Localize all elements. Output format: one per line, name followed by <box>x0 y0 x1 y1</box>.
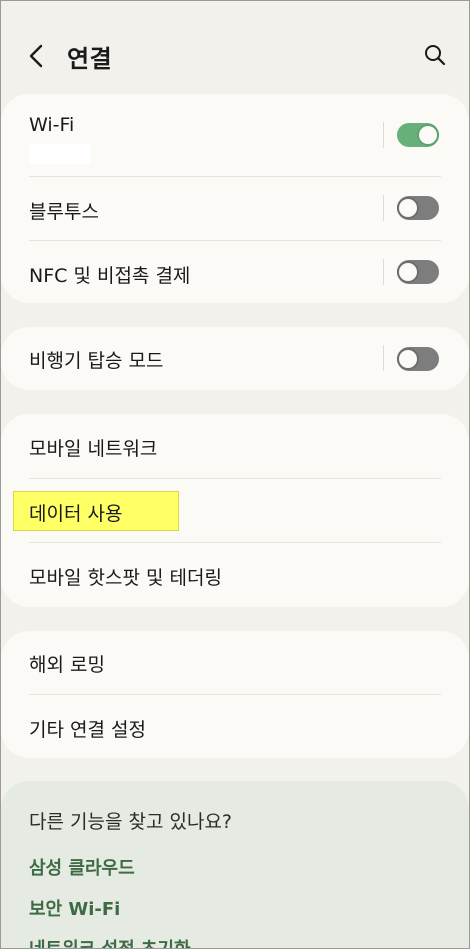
more-settings-label: 기타 연결 설정 <box>29 719 146 741</box>
row-separator <box>383 122 384 148</box>
data-usage-label: 데이터 사용 <box>29 503 123 525</box>
wifi-network-name-redacted <box>29 144 91 164</box>
page-title: 연결 <box>67 45 113 73</box>
screen: 연결 Wi-Fi 블루투스 NFC 및 비접촉 결제 비행기 탑승 모드 모바일… <box>0 0 470 949</box>
mobile-network-row[interactable]: 모바일 네트워크 <box>1 414 469 478</box>
roaming-label: 해외 로밍 <box>29 654 105 676</box>
bluetooth-row[interactable]: 블루투스 <box>1 177 469 240</box>
other-card: 해외 로밍 기타 연결 설정 <box>1 631 469 758</box>
bluetooth-toggle[interactable] <box>397 196 439 220</box>
nfc-toggle[interactable] <box>397 260 439 284</box>
row-separator <box>383 345 384 371</box>
airplane-mode-label: 비행기 탑승 모드 <box>29 350 164 372</box>
chevron-left-icon <box>29 44 43 68</box>
hotspot-row[interactable]: 모바일 핫스팟 및 테더링 <box>1 543 469 607</box>
data-usage-row[interactable]: 데이터 사용 <box>1 479 469 542</box>
nfc-row[interactable]: NFC 및 비접촉 결제 <box>1 241 469 303</box>
nfc-label: NFC 및 비접촉 결제 <box>29 265 191 287</box>
bluetooth-label: 블루투스 <box>29 201 99 223</box>
row-separator <box>383 195 384 221</box>
app-header: 연결 <box>1 1 469 93</box>
mobile-network-label: 모바일 네트워크 <box>29 438 158 460</box>
wifi-row[interactable]: Wi-Fi <box>1 94 469 176</box>
roaming-row[interactable]: 해외 로밍 <box>1 631 469 694</box>
search-button[interactable] <box>423 43 447 67</box>
connections-card-primary: Wi-Fi 블루투스 NFC 및 비접촉 결제 <box>1 94 469 303</box>
airplane-card: 비행기 탑승 모드 <box>1 327 469 390</box>
airplane-mode-toggle[interactable] <box>397 347 439 371</box>
samsung-cloud-link[interactable]: 삼성 클라우드 <box>29 854 135 880</box>
toggle-knob <box>397 348 419 370</box>
suggestions-card: 다른 기능을 찾고 있나요? 삼성 클라우드 보안 Wi-Fi 네트워크 설정 … <box>1 781 469 948</box>
more-settings-row[interactable]: 기타 연결 설정 <box>1 695 469 758</box>
toggle-knob <box>397 197 419 219</box>
suggestions-title: 다른 기능을 찾고 있나요? <box>29 811 233 833</box>
row-separator <box>383 259 384 285</box>
mobile-card: 모바일 네트워크 데이터 사용 모바일 핫스팟 및 테더링 <box>1 414 469 607</box>
search-icon <box>425 45 446 66</box>
hotspot-label: 모바일 핫스팟 및 테더링 <box>29 567 222 589</box>
secure-wifi-link[interactable]: 보안 Wi-Fi <box>29 895 120 921</box>
toggle-knob <box>417 124 439 146</box>
airplane-mode-row[interactable]: 비행기 탑승 모드 <box>1 327 469 390</box>
back-button[interactable] <box>25 41 51 71</box>
wifi-label: Wi-Fi <box>29 114 75 136</box>
wifi-toggle[interactable] <box>397 123 439 147</box>
toggle-knob <box>397 261 419 283</box>
reset-network-link[interactable]: 네트워크 설정 초기화 <box>29 935 191 948</box>
